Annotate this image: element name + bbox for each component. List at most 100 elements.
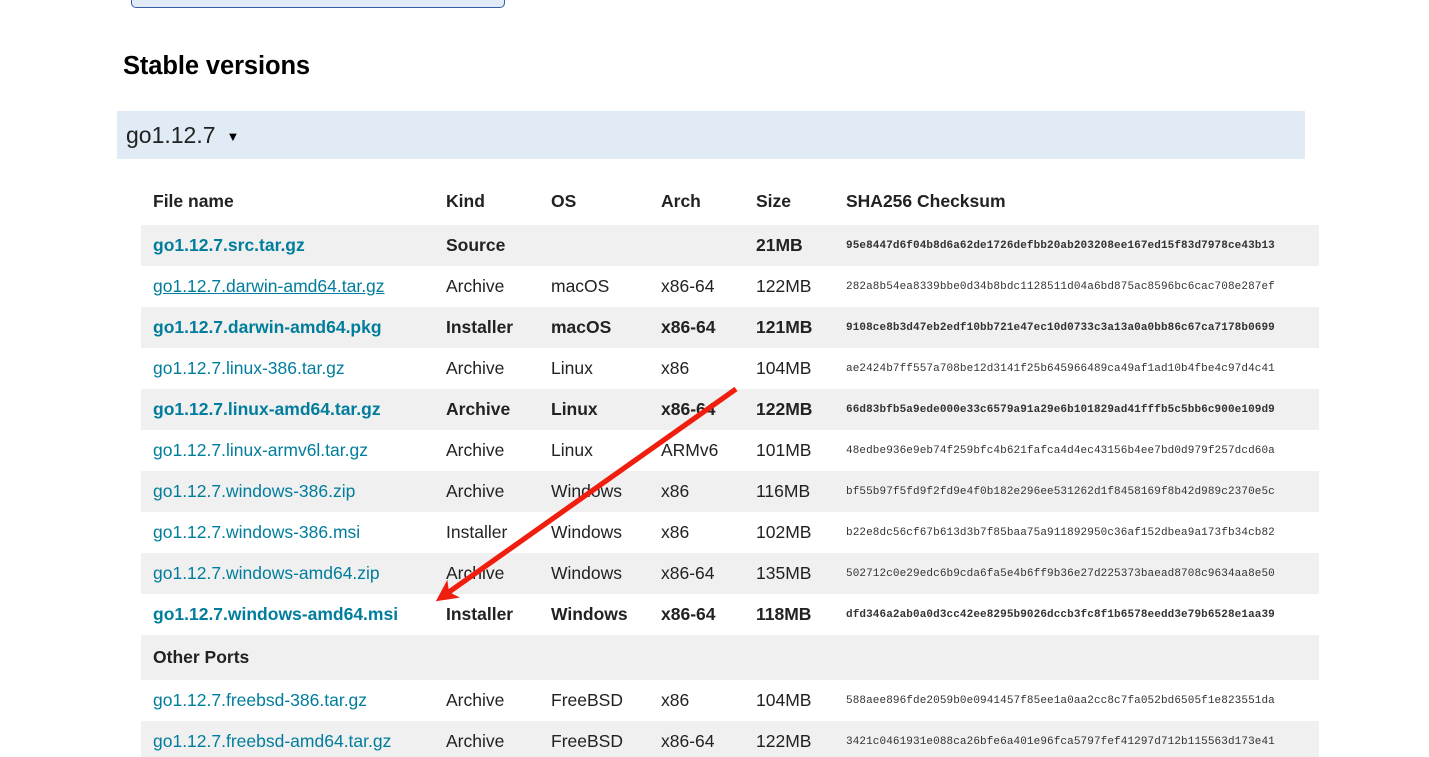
cell-size: 122MB — [756, 276, 812, 296]
column-header-kind: Kind — [446, 191, 485, 211]
cell-file-name[interactable]: go1.12.7.linux-armv6l.tar.gz — [141, 430, 446, 471]
table-row[interactable]: go1.12.7.freebsd-386.tar.gz Archive FreeBS… — [141, 680, 1319, 721]
cell-file-name[interactable]: go1.12.7.windows-amd64.msi — [141, 594, 446, 635]
cell-os: Linux — [551, 389, 661, 430]
cell-file-name[interactable]: go1.12.7.windows-386.zip — [141, 471, 446, 512]
cell-kind: Archive — [446, 553, 551, 594]
cell-file-name[interactable]: go1.12.7.linux-386.tar.gz — [141, 348, 446, 389]
cell-arch: x86-64 — [661, 604, 716, 624]
version-selector-go1127[interactable]: go1.12.7 ▼ — [117, 111, 1305, 159]
cell-kind: Archive — [446, 440, 505, 460]
cell-os: macOS — [551, 276, 610, 296]
cell-checksum: bf55b97f5fd9f2fd9e4f0b182e296ee531262d1f… — [846, 471, 1319, 512]
cell-size: 104MB — [756, 358, 812, 378]
cell-checksum: 9108ce8b3d47eb2edf10bb721e47ec10d0733c3a… — [846, 307, 1319, 348]
column-header-arch: Arch — [661, 191, 701, 211]
column-header-checksum: SHA256 Checksum — [846, 191, 1006, 211]
table-row[interactable]: go1.12.7.linux-armv6l.tar.gz Archive Linux… — [141, 430, 1319, 471]
table-row[interactable]: go1.12.7.linux-386.tar.gz Archive Linux x86… — [141, 348, 1319, 389]
table-body: go1.12.7.src.tar.gz Source 21MB 95e8447d6f0… — [141, 225, 1319, 757]
download-link[interactable]: go1.12.7.darwin-amd64.pkg — [153, 317, 382, 337]
cell-arch: x86 — [661, 522, 690, 542]
cell-checksum: 502712c0e29edc6b9cda6fa5e4b6ff9b36e27d22… — [846, 553, 1319, 594]
download-link[interactable]: go1.12.7.windows-386.msi — [153, 522, 360, 542]
cell-kind: Installer — [446, 604, 514, 624]
download-link[interactable]: go1.12.7.freebsd-386.tar.gz — [153, 690, 367, 710]
cell-checksum: 588aee896fde2059b0e0941457f85ee1a0aa2cc8… — [846, 694, 1275, 707]
cell-checksum: 95e8447d6f04b8d6a62de1726defbb20ab203208… — [846, 225, 1319, 266]
download-link[interactable]: go1.12.7.windows-amd64.msi — [153, 604, 398, 624]
cell-kind: Archive — [446, 471, 551, 512]
cell-file-name[interactable]: go1.12.7.windows-amd64.zip — [141, 553, 446, 594]
cell-arch: x86 — [661, 358, 690, 378]
cell-arch: x86 — [661, 690, 690, 710]
cell-checksum: 282a8b54ea8339bbe0d34b8bdc1128511d04a6bd… — [846, 280, 1275, 293]
table-row[interactable]: go1.12.7.darwin-amd64.pkg Installer macOS x… — [141, 307, 1319, 348]
cell-arch: x86-64 — [661, 553, 756, 594]
cell-arch — [661, 225, 756, 266]
cell-size: 21MB — [756, 225, 846, 266]
table-header: File name Kind OS Arch Size SHA256 Check… — [141, 185, 1319, 225]
cell-file-name[interactable]: go1.12.7.freebsd-386.tar.gz — [141, 680, 446, 721]
cell-os: Windows — [551, 604, 628, 624]
cell-arch: x86-64 — [661, 276, 715, 296]
cell-file-name[interactable]: go1.12.7.darwin-amd64.tar.gz — [141, 266, 446, 307]
cell-kind: Installer — [446, 307, 551, 348]
cell-os: Linux — [551, 440, 593, 460]
cell-checksum: ae2424b7ff557a708be12d3141f25b645966489c… — [846, 362, 1275, 375]
cell-os — [551, 225, 661, 266]
cell-file-name[interactable]: go1.12.7.src.tar.gz — [141, 225, 446, 266]
version-selector-label: go1.12.7 — [126, 121, 216, 148]
download-link[interactable]: go1.12.7.linux-amd64.tar.gz — [153, 399, 381, 419]
downloads-table: File name Kind OS Arch Size SHA256 Check… — [141, 185, 1319, 757]
cell-kind: Installer — [446, 522, 508, 542]
cell-os: Windows — [551, 553, 661, 594]
cell-size: 118MB — [756, 604, 812, 624]
cell-arch: x86 — [661, 471, 756, 512]
cell-kind: Source — [446, 225, 551, 266]
table-row[interactable]: go1.12.7.src.tar.gz Source 21MB 95e8447d6f0… — [141, 225, 1319, 266]
cell-size: 102MB — [756, 522, 812, 542]
download-link[interactable]: go1.12.7.src.tar.gz — [153, 235, 305, 255]
cell-kind: Archive — [446, 690, 505, 710]
download-link[interactable]: go1.12.7.windows-386.zip — [153, 481, 355, 501]
page-title: Stable versions — [123, 52, 310, 80]
table-row[interactable]: go1.12.7.darwin-amd64.tar.gz Archive macOS… — [141, 266, 1319, 307]
table-row[interactable]: go1.12.7.windows-amd64.zip Archive Windows… — [141, 553, 1319, 594]
table-row[interactable]: go1.12.7.windows-amd64.msi Installer Windo… — [141, 594, 1319, 635]
cell-os: FreeBSD — [551, 721, 661, 757]
cell-os: Windows — [551, 522, 622, 542]
column-header-file-name: File name — [153, 191, 234, 211]
download-link[interactable]: go1.12.7.windows-amd64.zip — [153, 563, 380, 583]
cell-size: 104MB — [756, 690, 812, 710]
column-header-size: Size — [756, 191, 792, 211]
cell-arch: x86-64 — [661, 389, 756, 430]
cell-os: FreeBSD — [551, 690, 623, 710]
column-header-os: OS — [551, 191, 577, 211]
table-subheader-other-ports: Other Ports — [141, 635, 1319, 680]
cell-size: 122MB — [756, 721, 846, 757]
cell-checksum: 3421c0461931e088ca26bfe6a401e96fca5797fe… — [846, 721, 1319, 757]
cell-checksum: 48edbe936e9eb74f259bfc4b621fafca4d4ec431… — [846, 444, 1275, 457]
cell-file-name[interactable]: go1.12.7.darwin-amd64.pkg — [141, 307, 446, 348]
download-link[interactable]: go1.12.7.freebsd-amd64.tar.gz — [153, 731, 391, 751]
download-link[interactable]: go1.12.7.linux-386.tar.gz — [153, 358, 345, 378]
cell-kind: Archive — [446, 389, 551, 430]
clipped-featured-box — [131, 0, 505, 8]
table-row[interactable]: go1.12.7.freebsd-amd64.tar.gz Archive Free… — [141, 721, 1319, 757]
cell-arch: ARMv6 — [661, 440, 719, 460]
table-row[interactable]: go1.12.7.windows-386.zip Archive Windows x8… — [141, 471, 1319, 512]
table-header-row: File name Kind OS Arch Size SHA256 Check… — [141, 185, 1319, 225]
cell-os: macOS — [551, 307, 661, 348]
cell-os: Linux — [551, 358, 593, 378]
table-row[interactable]: go1.12.7.linux-amd64.tar.gz Archive Linux x… — [141, 389, 1319, 430]
cell-checksum: 66d83bfb5a9ede000e33c6579a91a29e6b101829… — [846, 389, 1319, 430]
cell-file-name[interactable]: go1.12.7.windows-386.msi — [141, 512, 446, 553]
cell-arch: x86-64 — [661, 721, 756, 757]
cell-file-name[interactable]: go1.12.7.freebsd-amd64.tar.gz — [141, 721, 446, 757]
download-link[interactable]: go1.12.7.darwin-amd64.tar.gz — [153, 276, 385, 296]
cell-size: 101MB — [756, 440, 812, 460]
table-row[interactable]: go1.12.7.windows-386.msi Installer Windows… — [141, 512, 1319, 553]
download-link[interactable]: go1.12.7.linux-armv6l.tar.gz — [153, 440, 368, 460]
cell-file-name[interactable]: go1.12.7.linux-amd64.tar.gz — [141, 389, 446, 430]
